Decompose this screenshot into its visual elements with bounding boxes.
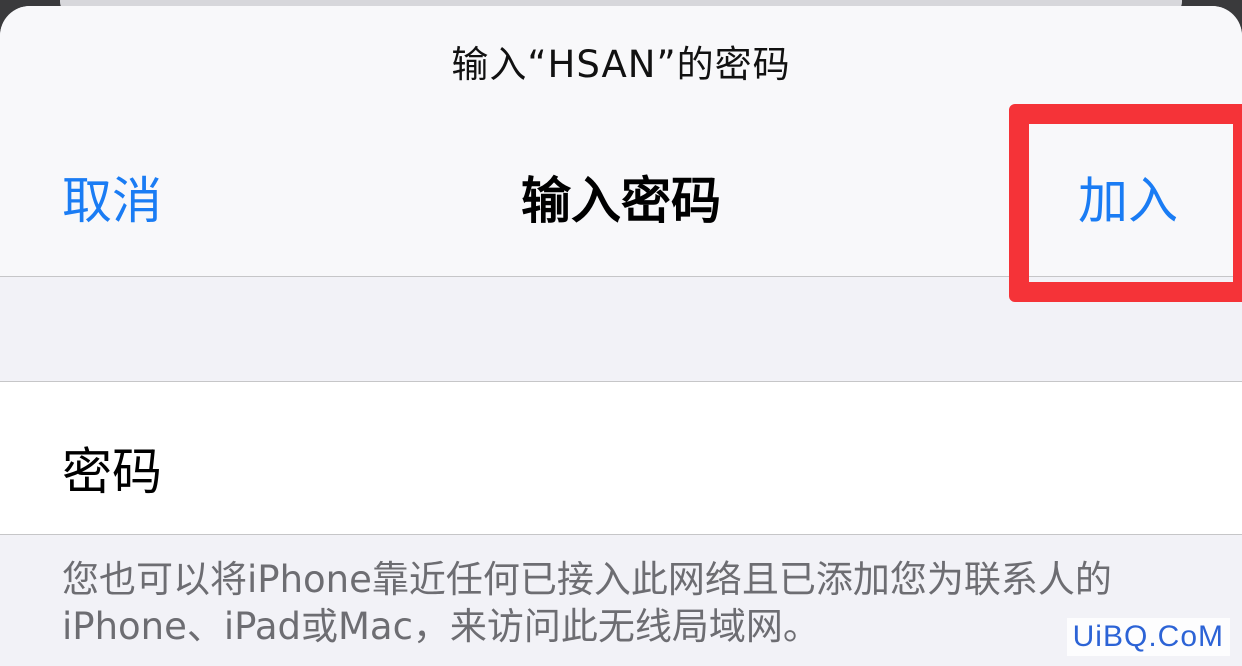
footer-note: 您也可以将iPhone靠近任何已接入此网络且已添加您为联系人的iPhone、iP… — [62, 558, 1112, 648]
password-row: 密码 — [0, 381, 1242, 535]
cancel-button[interactable]: 取消 — [62, 161, 162, 233]
join-button[interactable]: 加入 — [1078, 161, 1178, 233]
password-sheet: 输入“HSAN”的密码 取消 输入密码 加入 密码 您也可以将iPhone靠近任… — [0, 6, 1242, 666]
nav-title: 输入密码 — [521, 172, 721, 230]
nav-bar: 输入“HSAN”的密码 取消 输入密码 加入 — [0, 6, 1242, 277]
network-prompt: 输入“HSAN”的密码 — [451, 43, 791, 86]
password-input[interactable] — [240, 412, 1204, 506]
password-label: 密码 — [62, 443, 162, 501]
watermark-logo: UiBQ.CoM — [1066, 618, 1230, 656]
